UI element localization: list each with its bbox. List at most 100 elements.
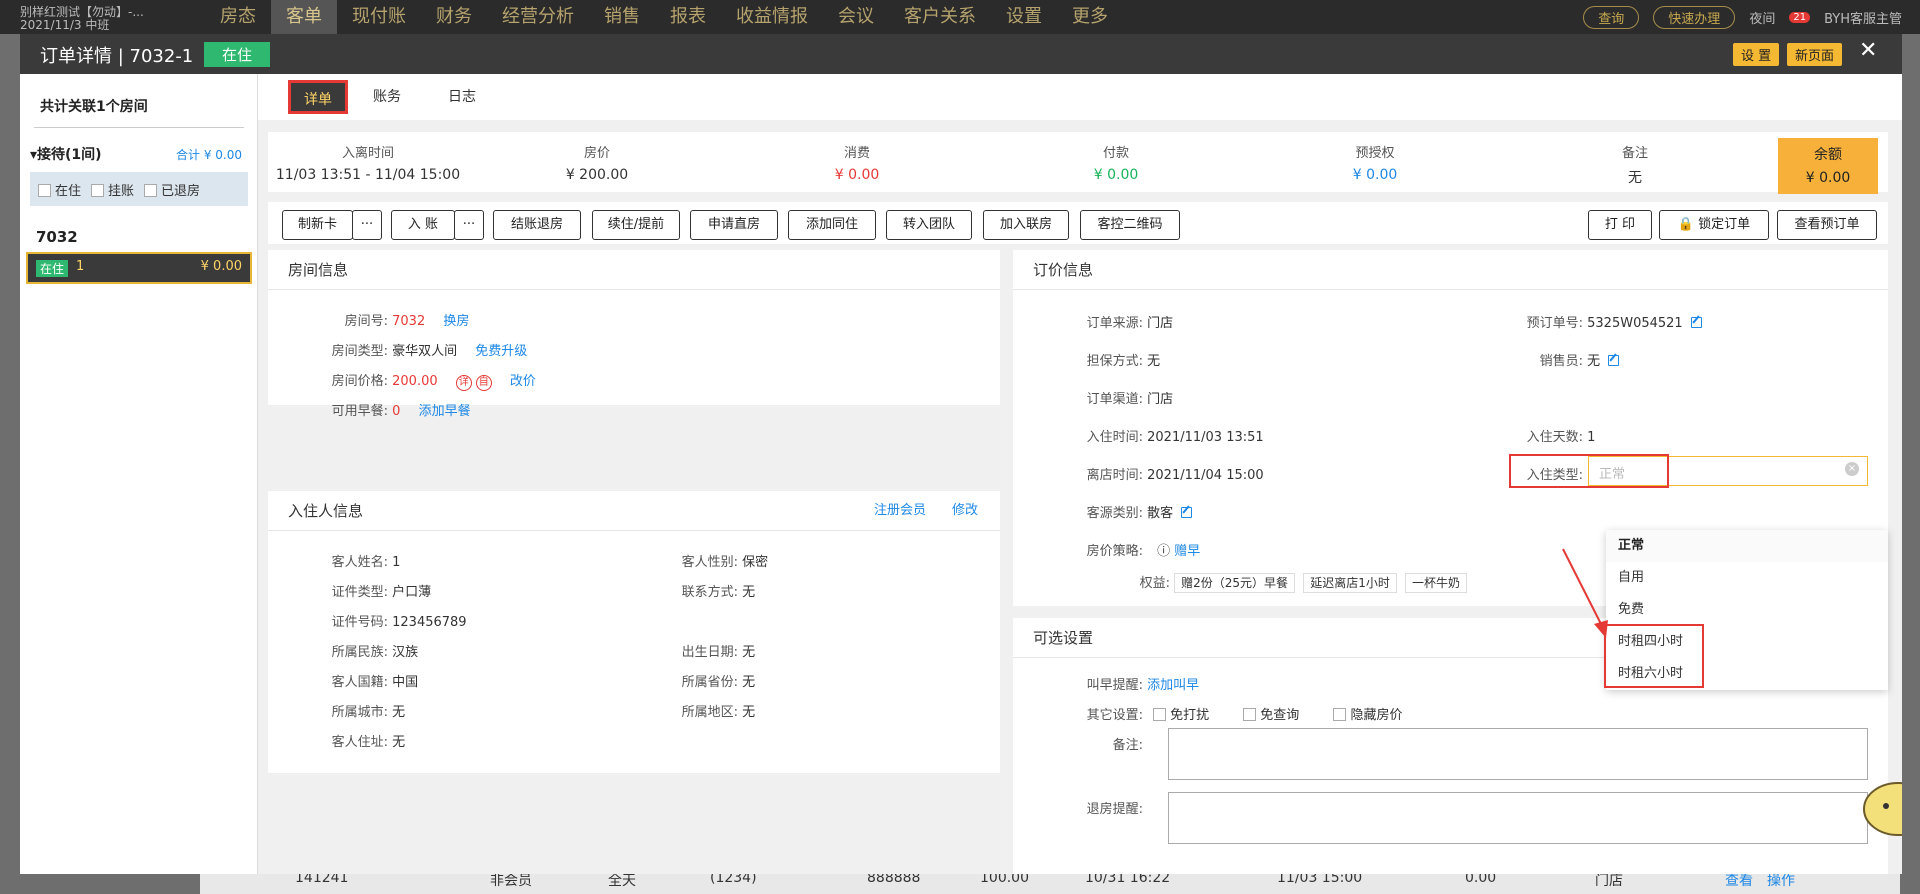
print-button[interactable]: 打 印 bbox=[1588, 210, 1652, 240]
preauth-value: ¥ 0.00 bbox=[1352, 167, 1398, 183]
guest-name-label: 客人姓名: bbox=[331, 555, 388, 570]
guest-info-header: 入住人信息 注册会员 修改 bbox=[268, 491, 1000, 531]
post-more-button[interactable]: ··· bbox=[454, 210, 484, 240]
checkout-label: 离店时间: bbox=[1086, 468, 1143, 483]
edit-guest-link[interactable]: 修改 bbox=[952, 491, 978, 531]
checkin-label: 入住时间: bbox=[1086, 430, 1143, 445]
nav-analysis[interactable]: 经营分析 bbox=[487, 0, 589, 34]
remark-label: 备注: bbox=[1112, 738, 1143, 753]
benefit-chip: 赠2份（25元）早餐 bbox=[1174, 573, 1296, 593]
detail-badge[interactable]: 详 bbox=[455, 375, 472, 391]
strategy-link[interactable]: 赠早 bbox=[1174, 544, 1200, 559]
clear-icon[interactable]: × bbox=[1845, 462, 1859, 476]
night-mode-toggle[interactable]: 夜间 bbox=[1749, 8, 1775, 27]
city-value: 无 bbox=[392, 705, 406, 720]
room-info-title: 房间信息 bbox=[268, 250, 1000, 290]
new-page-button[interactable]: 新页面 bbox=[1787, 43, 1843, 66]
reception-group[interactable]: ▾接待(1间) 合计 ¥ 0.00 bbox=[30, 144, 248, 164]
extend-button[interactable]: 续住/提前 bbox=[592, 210, 680, 240]
settings-button[interactable]: 设 置 bbox=[1733, 43, 1780, 66]
add-guest-button[interactable]: 添加同住 bbox=[788, 210, 876, 240]
room-card[interactable]: 在住 1 ¥ 0.00 bbox=[26, 252, 252, 284]
change-price-link[interactable]: 改价 bbox=[510, 374, 536, 389]
edit-booking-no-icon[interactable] bbox=[1690, 317, 1702, 328]
dnd-checkbox[interactable]: 免打扰 bbox=[1153, 708, 1209, 723]
view-booking-button[interactable]: 查看预订单 bbox=[1777, 210, 1877, 240]
days-label: 入住天数: bbox=[1526, 430, 1583, 445]
nav-meetings[interactable]: 会议 bbox=[823, 0, 889, 34]
option-label: 免打扰 bbox=[1170, 708, 1210, 723]
option-self-use[interactable]: 自用 bbox=[1606, 562, 1888, 594]
post-charge-button[interactable]: 入 账 bbox=[391, 210, 455, 240]
notification-badge[interactable]: 21 bbox=[1789, 12, 1811, 23]
make-card-more-button[interactable]: ··· bbox=[352, 210, 382, 240]
checkout-remind-textarea[interactable] bbox=[1168, 792, 1868, 844]
source-label: 订单来源: bbox=[1086, 316, 1143, 331]
nav-reports[interactable]: 报表 bbox=[655, 0, 721, 34]
wakeup-label: 叫早提醒: bbox=[1086, 678, 1143, 693]
detail-tabs: 详单 账务 日志 bbox=[258, 74, 1902, 120]
guarantee-label: 担保方式: bbox=[1086, 354, 1143, 369]
tab-account[interactable]: 账务 bbox=[373, 86, 401, 106]
preauth-label: 预授权 bbox=[1355, 146, 1395, 161]
checkbox-icon bbox=[1333, 708, 1347, 721]
breakfast-value: 0 bbox=[392, 404, 401, 419]
upgrade-link[interactable]: 免费升级 bbox=[475, 344, 527, 359]
nav-crm[interactable]: 客户关系 bbox=[889, 0, 991, 34]
checkout-button[interactable]: 结账退房 bbox=[493, 210, 581, 240]
id-type-label: 证件类型: bbox=[331, 585, 388, 600]
action-toolbar: 制新卡 ··· 入 账 ··· 结账退房 续住/提前 申请直房 添加同住 转入团… bbox=[268, 202, 1888, 244]
user-menu[interactable]: BYH客服主管 bbox=[1824, 8, 1902, 27]
nav-sales[interactable]: 销售 bbox=[589, 0, 655, 34]
booking-no-value: 5325W054521 bbox=[1587, 316, 1683, 331]
option-normal[interactable]: 正常 bbox=[1606, 530, 1888, 562]
add-wakeup-link[interactable]: 添加叫早 bbox=[1147, 678, 1199, 693]
nav-finance[interactable]: 财务 bbox=[421, 0, 487, 34]
add-breakfast-link[interactable]: 添加早餐 bbox=[419, 404, 471, 419]
rate-value: ¥ 200.00 bbox=[565, 167, 629, 183]
lock-order-button[interactable]: 🔒 锁定订单 bbox=[1659, 210, 1769, 240]
option-free[interactable]: 免费 bbox=[1606, 594, 1888, 626]
close-icon[interactable]: ✕ bbox=[1859, 38, 1877, 63]
change-room-link[interactable]: 换房 bbox=[443, 314, 469, 329]
nav-more[interactable]: 更多 bbox=[1057, 0, 1123, 34]
consume-value: ¥ 0.00 bbox=[834, 167, 880, 183]
filter-checked-in[interactable]: 在住 bbox=[38, 180, 81, 199]
qrcode-button[interactable]: 客控二维码 bbox=[1080, 210, 1180, 240]
no-query-checkbox[interactable]: 免查询 bbox=[1243, 708, 1299, 723]
edit-sales-icon[interactable] bbox=[1608, 355, 1620, 366]
room-no-value: 7032 bbox=[392, 314, 426, 329]
self-badge[interactable]: 自 bbox=[475, 375, 492, 391]
room-price-label: 房间价格: bbox=[331, 374, 388, 389]
district-value: 无 bbox=[742, 705, 756, 720]
note-value: 无 bbox=[1628, 170, 1642, 186]
nav-settings[interactable]: 设置 bbox=[991, 0, 1057, 34]
filter-on-account[interactable]: 挂账 bbox=[91, 180, 134, 199]
register-member-link[interactable]: 注册会员 bbox=[874, 491, 926, 531]
apply-direct-button[interactable]: 申请直房 bbox=[690, 210, 778, 240]
nav-orders[interactable]: 客单 bbox=[271, 0, 337, 34]
search-button[interactable]: 查询 bbox=[1583, 6, 1640, 29]
status-filters: 在住 挂账 已退房 bbox=[30, 172, 248, 206]
join-linked-button[interactable]: 加入联房 bbox=[983, 210, 1069, 240]
filter-checked-out[interactable]: 已退房 bbox=[144, 180, 200, 199]
modal-title: 订单详情 | 7032-1 bbox=[40, 46, 194, 67]
stay-value: 11/03 13:51 - 11/04 15:00 bbox=[275, 167, 461, 183]
hotel-selector[interactable]: 别样红测试【勿动】-... 2021/11/3 中班 bbox=[20, 6, 144, 32]
tab-log[interactable]: 日志 bbox=[448, 86, 476, 106]
tab-detail[interactable]: 详单 bbox=[288, 80, 348, 114]
make-card-button[interactable]: 制新卡 bbox=[282, 210, 353, 240]
quick-action-button[interactable]: 快速办理 bbox=[1653, 6, 1736, 29]
filter-label: 在住 bbox=[55, 183, 82, 199]
remark-textarea[interactable] bbox=[1168, 728, 1868, 780]
district-label: 所属地区: bbox=[681, 705, 738, 720]
to-group-button[interactable]: 转入团队 bbox=[886, 210, 972, 240]
consume-label: 消费 bbox=[843, 146, 870, 161]
group-label: 接待(1间) bbox=[37, 147, 102, 163]
nav-room-status[interactable]: 房态 bbox=[205, 0, 271, 34]
nav-cash[interactable]: 现付账 bbox=[337, 0, 421, 34]
hide-price-checkbox[interactable]: 隐藏房价 bbox=[1333, 708, 1402, 723]
nav-revenue[interactable]: 收益情报 bbox=[721, 0, 823, 34]
benefit-label: 权益: bbox=[1139, 576, 1170, 591]
edit-guest-type-icon[interactable] bbox=[1181, 507, 1193, 518]
